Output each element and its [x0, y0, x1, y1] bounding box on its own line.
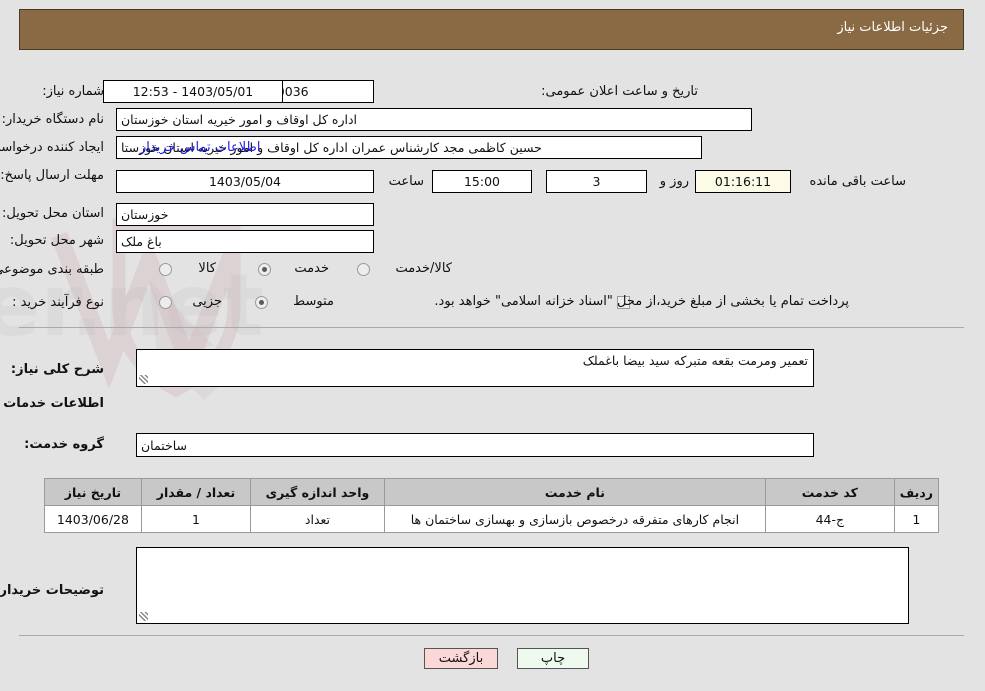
purchase-type-option-0-label[interactable]: جزیی [193, 294, 223, 309]
buyer-comments-textarea[interactable] [137, 547, 910, 624]
purchase-type-radio-1[interactable] [256, 296, 269, 309]
table-header-unit: واحد اندازه گیری [251, 478, 386, 506]
treasury-bond-note: پرداخت تمام یا بخشی از مبلغ خرید،از محل … [435, 294, 850, 309]
deadline-hour-value: 15:00 [433, 170, 533, 193]
category-option-2-label[interactable]: کالا/خدمت [396, 261, 453, 276]
deadline-label: مهلت ارسال پاسخ: تا تاریخ: [0, 168, 105, 183]
general-description-label: شرح کلی نیاز: [11, 362, 105, 377]
cell-code: ج-44 [765, 505, 896, 533]
deadline-hour-label: ساعت [389, 174, 425, 189]
purchase-type-radio-0[interactable] [160, 296, 173, 309]
table-header-row-num: ردیف [894, 478, 941, 506]
service-group-label: گروه خدمت: [25, 437, 105, 452]
general-description-textarea[interactable]: تعمیر ومرمت بقعه متبرکه سید بیضا باغملک [137, 349, 815, 387]
services-table: ردیف کد خدمت نام خدمت واحد اندازه گیری ت… [45, 478, 941, 533]
print-button[interactable]: چاپ [518, 648, 590, 669]
deadline-date-value: 1403/05/04 [117, 170, 375, 193]
page-title: جزئیات اطلاعات نیاز [838, 20, 949, 35]
category-option-0-label[interactable]: کالا [199, 261, 217, 276]
category-radio-0[interactable] [160, 263, 173, 276]
window-titlebar: جزئیات اطلاعات نیاز [20, 9, 965, 50]
cell-qty: 1 [141, 505, 253, 533]
announce-datetime-value: 12:53 - 1403/05/01 [104, 80, 284, 103]
countdown-value: 01:16:11 [696, 170, 792, 193]
table-header-name: نام خدمت [384, 478, 767, 506]
table-header-date: تاریخ نیاز [45, 478, 143, 506]
city-label: شهر محل تحویل: [10, 233, 105, 248]
buyer-org-value: اداره کل اوقاف و امور خیریه استان خوزستا… [117, 108, 753, 131]
table-header-row: ردیف کد خدمت نام خدمت واحد اندازه گیری ت… [45, 478, 941, 506]
buyer-comments-label: توضیحات خریدار; [0, 583, 105, 598]
city-value: باغ ملک [117, 230, 375, 253]
cell-unit: تعداد [251, 505, 386, 533]
table-header-qty: تعداد / مقدار [141, 478, 253, 506]
buyer-org-label: نام دستگاه خریدار: [2, 112, 105, 127]
purchase-type-label: نوع فرآیند خرید : [13, 295, 105, 310]
province-value: خوزستان [117, 203, 375, 226]
announce-datetime-label: تاریخ و ساعت اعلان عمومی: [542, 84, 699, 99]
province-label: استان محل تحویل: [3, 206, 105, 221]
services-heading: اطلاعات خدمات مورد نیاز [0, 396, 105, 411]
category-radio-1[interactable] [259, 263, 272, 276]
buyer-contact-link[interactable]: اطلاعات تماس خریدار [141, 140, 261, 155]
table-header-code: کد خدمت [765, 478, 896, 506]
need-number-label: شماره نیاز: [43, 84, 105, 99]
general-description-text: تعمیر ومرمت بقعه متبرکه سید بیضا باغملک [583, 353, 809, 368]
requester-label: ایجاد کننده درخواست: [0, 140, 105, 155]
cell-row-num: 1 [894, 505, 941, 533]
service-group-value: ساختمان [137, 433, 815, 457]
countdown-label: ساعت باقی مانده [810, 174, 907, 189]
deadline-days-label: روز و [660, 174, 690, 189]
table-row: 1 ج-44 انجام کارهای متفرقه درخصوص بازساز… [45, 505, 941, 533]
category-label: طبقه بندی موضوعی: [0, 262, 105, 277]
page-root: AnaTender.net جزئیات اطلاعات نیاز شماره … [0, 0, 985, 691]
deadline-label-text: مهلت ارسال پاسخ: تا تاریخ: [0, 168, 105, 183]
category-option-1-label[interactable]: خدمت [295, 261, 330, 276]
category-radio-2[interactable] [358, 263, 371, 276]
purchase-type-option-1-label[interactable]: متوسط [294, 294, 335, 309]
cell-name: انجام کارهای متفرقه درخصوص بازسازی و بهس… [384, 505, 767, 533]
cell-date: 1403/06/28 [45, 505, 143, 533]
back-button[interactable]: بازگشت [425, 648, 499, 669]
deadline-days-value: 3 [547, 170, 648, 193]
